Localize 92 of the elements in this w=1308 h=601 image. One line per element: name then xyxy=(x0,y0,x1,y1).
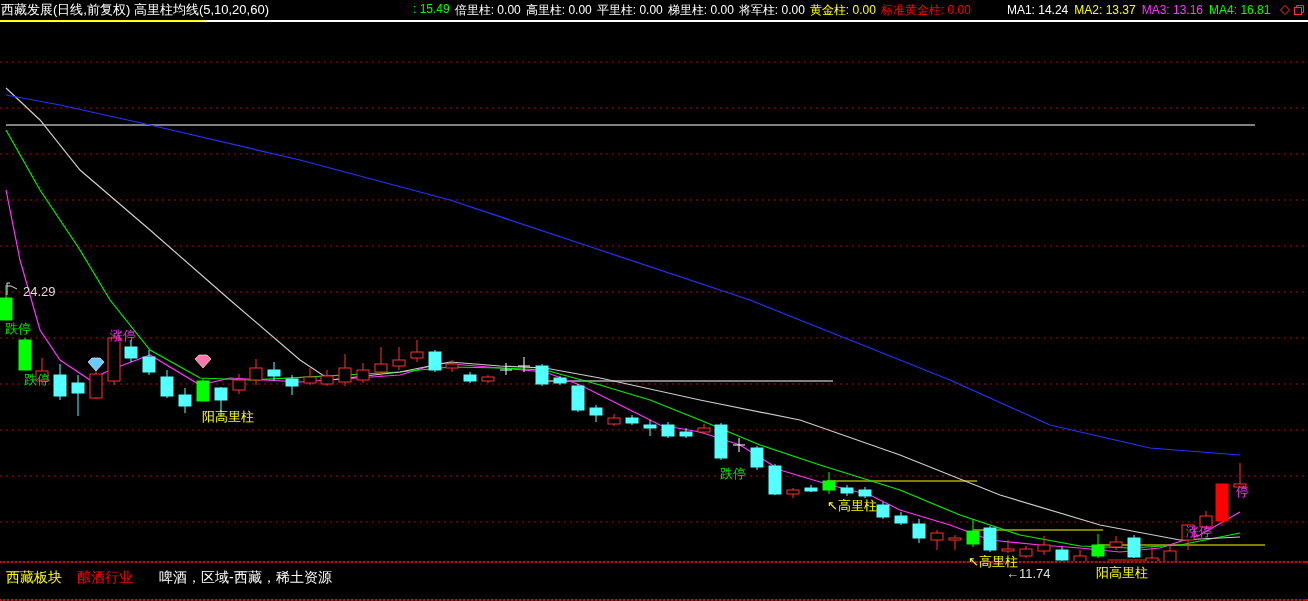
candlestick xyxy=(1127,534,1141,559)
candlestick xyxy=(876,501,890,520)
candlestick xyxy=(966,518,980,548)
indicator-value: : 15.49 xyxy=(413,1,450,18)
chart-label: ↖高里柱 xyxy=(968,554,1018,569)
candlestick xyxy=(0,284,13,321)
candlestick xyxy=(625,414,639,426)
candlestick xyxy=(160,369,174,399)
candlestick xyxy=(303,367,317,386)
candlestick xyxy=(71,374,85,417)
candlestick xyxy=(1109,535,1123,551)
candlestick xyxy=(894,511,908,526)
candlestick xyxy=(786,487,800,499)
candlestick xyxy=(1001,539,1015,554)
candlestick xyxy=(410,339,424,363)
candlestick xyxy=(463,371,477,384)
candlestick xyxy=(1163,544,1177,561)
candlestick xyxy=(267,361,281,382)
candlestick xyxy=(481,374,495,384)
moving-average-value: MA4: 16.81 xyxy=(1209,3,1271,17)
candlestick xyxy=(428,349,442,373)
candlestick xyxy=(768,463,782,496)
candlestick xyxy=(732,437,746,453)
indicator-value: 倍里柱: 0.00 xyxy=(454,1,521,19)
candlestick xyxy=(912,518,926,544)
candlestick xyxy=(679,427,693,439)
candlestick xyxy=(1073,549,1087,561)
chart-label: 跌停 xyxy=(24,372,50,387)
candlestick xyxy=(804,484,818,493)
candlestick xyxy=(1091,533,1105,559)
indicator-value: 梯里柱: 0.00 xyxy=(667,1,734,19)
moving-average-value: MA3: 13.16 xyxy=(1141,3,1204,17)
chart-label: 跌停 xyxy=(5,321,31,336)
candlestick xyxy=(930,529,944,551)
candlestick xyxy=(553,375,567,386)
candlestick xyxy=(983,525,997,553)
candlestick xyxy=(320,369,334,387)
sector-tag[interactable]: 西藏板块 xyxy=(6,569,62,587)
candlestick xyxy=(1019,545,1033,559)
candlestick xyxy=(285,374,299,396)
flag-icon xyxy=(6,282,18,296)
candlestick xyxy=(18,337,32,371)
candlestick xyxy=(1037,535,1051,556)
candlestick xyxy=(714,422,728,461)
chart-label: ↖高里柱 xyxy=(827,498,877,513)
candlestick xyxy=(661,421,675,439)
indicator-value: 平里柱: 0.00 xyxy=(596,1,663,19)
candlestick xyxy=(858,486,872,499)
price-level-line xyxy=(1107,559,1161,561)
candlestick xyxy=(53,363,67,401)
candlestick xyxy=(643,419,657,437)
candlestick xyxy=(607,413,621,427)
candlestick xyxy=(1215,483,1229,527)
chart-label: 跌停 xyxy=(720,466,746,481)
moving-average-value: MA2: 13.37 xyxy=(1074,3,1136,17)
candlestick xyxy=(142,349,156,376)
candlestick xyxy=(535,363,549,387)
candlestick xyxy=(589,404,603,423)
sector-tag[interactable]: 酿酒行业 xyxy=(77,569,133,587)
candlestick xyxy=(697,423,711,435)
candlestick xyxy=(499,362,513,376)
candlestick xyxy=(196,377,210,402)
candlestick xyxy=(1055,546,1069,561)
candlestick xyxy=(178,387,192,414)
candlestick xyxy=(232,373,246,395)
indicator-value: 高里柱: 0.00 xyxy=(525,1,592,19)
candlestick xyxy=(750,445,764,471)
chart-label: 阳高里柱 xyxy=(1096,565,1148,580)
candlestick xyxy=(517,356,531,373)
candlestick xyxy=(571,383,585,413)
candlestick xyxy=(840,484,854,497)
moving-average-value: MA1: 14.24 xyxy=(1006,3,1069,17)
restore-window-icon[interactable] xyxy=(1294,5,1304,15)
candlestick xyxy=(445,359,459,373)
indicator-value: 将军柱: 0.00 xyxy=(738,1,805,19)
diamond-icon xyxy=(87,357,105,372)
candlestick xyxy=(338,353,352,387)
chart-label: 阳高里柱 xyxy=(202,409,254,424)
candlestick xyxy=(948,534,962,551)
candlestick xyxy=(1145,544,1159,561)
indicator-value: 标准黄金柱: 0.00 xyxy=(880,1,971,19)
indicator-value: 黄金柱: 0.00 xyxy=(809,1,876,19)
chart-label: 停 xyxy=(1236,484,1249,499)
chart-label: 涨停 xyxy=(110,328,136,343)
sector-tag[interactable]: 啤酒，区域-西藏，稀土资源 xyxy=(159,569,332,587)
candlestick xyxy=(356,362,370,384)
candlestick xyxy=(249,358,263,386)
candlestick xyxy=(822,471,836,495)
diamond-icon xyxy=(194,354,212,369)
chart-title: 西藏发展(日线,前复权) 高里柱均线(5,10,20,60) xyxy=(0,1,270,19)
candlestick xyxy=(392,346,406,371)
candlestick xyxy=(374,346,388,377)
